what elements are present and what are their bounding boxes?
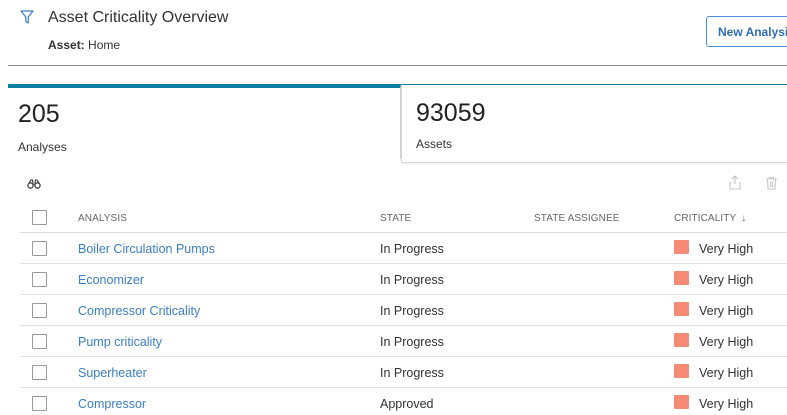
state-cell: In Progress xyxy=(380,335,444,349)
criticality-swatch xyxy=(674,271,689,285)
row-checkbox[interactable] xyxy=(32,272,47,287)
trash-icon[interactable] xyxy=(765,176,778,190)
row-checkbox[interactable] xyxy=(32,334,47,349)
table-row: Economizer In Progress Very High xyxy=(20,264,787,295)
analysis-link[interactable]: Superheater xyxy=(78,366,147,380)
criticality-cell: Very High xyxy=(699,335,754,349)
assets-label: Assets xyxy=(416,137,453,151)
analysis-link[interactable]: Boiler Circulation Pumps xyxy=(78,242,215,256)
share-icon[interactable] xyxy=(728,175,742,190)
asset-value: Home xyxy=(88,38,121,52)
column-header-state-assignee[interactable]: STATE ASSIGNEE xyxy=(534,213,620,224)
criticality-cell: Very High xyxy=(699,397,754,411)
analyses-count: 205 xyxy=(18,100,60,128)
column-header-state[interactable]: STATE xyxy=(380,213,411,224)
new-analysis-button[interactable]: New Analysis xyxy=(706,16,787,47)
header-divider xyxy=(8,65,787,66)
state-cell: In Progress xyxy=(380,242,444,256)
criticality-cell: Very High xyxy=(699,304,754,318)
state-cell: In Progress xyxy=(380,304,444,318)
analyses-card[interactable]: 205 Analyses xyxy=(8,84,401,159)
asset-label: Asset: xyxy=(48,38,85,52)
filter-icon[interactable] xyxy=(20,10,34,24)
state-cell: In Progress xyxy=(380,273,444,287)
criticality-swatch xyxy=(674,395,689,409)
criticality-swatch xyxy=(674,333,689,347)
row-checkbox[interactable] xyxy=(32,303,47,318)
column-header-criticality[interactable]: CRITICALITY ↓ xyxy=(674,213,746,224)
column-header-analysis[interactable]: ANALYSIS xyxy=(78,213,127,224)
analyses-table: ANALYSIS STATE STATE ASSIGNEE CRITICALIT… xyxy=(20,203,787,415)
criticality-header-label: CRITICALITY xyxy=(674,213,737,224)
page-header: Asset Criticality Overview Asset: Home N… xyxy=(0,0,787,66)
state-cell: Approved xyxy=(380,397,434,411)
assets-count: 93059 xyxy=(416,99,486,127)
analysis-link[interactable]: Compressor Criticality xyxy=(78,304,200,318)
analysis-link[interactable]: Compressor xyxy=(78,397,146,411)
row-checkbox[interactable] xyxy=(32,396,47,411)
criticality-cell: Very High xyxy=(699,273,754,287)
sort-descending-icon: ↓ xyxy=(741,213,747,224)
binoculars-icon[interactable] xyxy=(27,179,41,189)
criticality-swatch xyxy=(674,240,689,254)
analyses-label: Analyses xyxy=(18,140,67,154)
table-header-row: ANALYSIS STATE STATE ASSIGNEE CRITICALIT… xyxy=(20,203,787,233)
select-all-checkbox[interactable] xyxy=(32,210,47,225)
analysis-link[interactable]: Economizer xyxy=(78,273,144,287)
criticality-swatch xyxy=(674,364,689,378)
criticality-cell: Very High xyxy=(699,366,754,380)
state-cell: In Progress xyxy=(380,366,444,380)
analysis-link[interactable]: Pump criticality xyxy=(78,335,162,349)
asset-context: Asset: Home xyxy=(48,38,120,52)
table-row: Compressor Approved Very High xyxy=(20,388,787,415)
table-row: Compressor Criticality In Progress Very … xyxy=(20,295,787,326)
table-row: Boiler Circulation Pumps In Progress Ver… xyxy=(20,233,787,264)
row-checkbox[interactable] xyxy=(32,365,47,380)
row-checkbox[interactable] xyxy=(32,241,47,256)
criticality-swatch xyxy=(674,302,689,316)
table-row: Pump criticality In Progress Very High xyxy=(20,326,787,357)
assets-card[interactable]: 93059 Assets xyxy=(401,84,787,163)
table-row: Superheater In Progress Very High xyxy=(20,357,787,388)
criticality-cell: Very High xyxy=(699,242,754,256)
page-title: Asset Criticality Overview xyxy=(48,9,229,26)
